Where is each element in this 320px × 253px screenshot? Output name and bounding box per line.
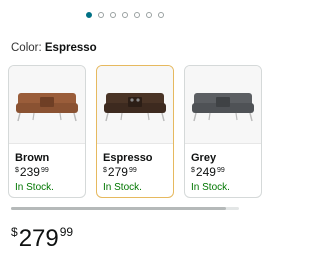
carousel-dot[interactable] (146, 12, 152, 18)
carousel-dot[interactable] (98, 12, 104, 18)
carousel-dot[interactable] (110, 12, 116, 18)
swatch-scrollbar[interactable] (11, 207, 239, 210)
swatch-card-espresso[interactable]: Espresso $27999 In Stock. (96, 65, 174, 198)
swatch-card-grey[interactable]: Grey $24999 In Stock. (184, 65, 262, 198)
color-swatch-carousel: Brown $23999 In Stock. Espresso $27999 I… (0, 65, 262, 205)
swatch-name: Brown (15, 152, 50, 164)
swatch-price: $27999 (103, 165, 137, 179)
carousel-dot[interactable] (134, 12, 140, 18)
product-price: $27999 (11, 225, 74, 252)
swatch-price: $24999 (191, 165, 225, 179)
swatch-name: Grey (191, 152, 217, 164)
carousel-dots (0, 12, 250, 18)
color-label: Color: (11, 42, 42, 54)
swatch-name: Espresso (103, 152, 153, 164)
stock-status: In Stock. (103, 182, 142, 193)
sofa-grey-image (185, 66, 261, 144)
stock-status: In Stock. (191, 182, 230, 193)
stock-status: In Stock. (15, 182, 54, 193)
carousel-dot[interactable] (122, 12, 128, 18)
selected-color-value: Espresso (44, 42, 97, 54)
swatch-card-brown[interactable]: Brown $23999 In Stock. (8, 65, 86, 198)
sofa-brown-image (9, 66, 85, 144)
carousel-dot[interactable] (86, 12, 92, 18)
swatch-price: $23999 (15, 165, 49, 179)
carousel-dot[interactable] (158, 12, 164, 18)
color-selection-label: Color: Espresso (11, 42, 97, 54)
scrollbar-thumb[interactable] (11, 207, 226, 210)
sofa-espresso-image (97, 66, 173, 144)
